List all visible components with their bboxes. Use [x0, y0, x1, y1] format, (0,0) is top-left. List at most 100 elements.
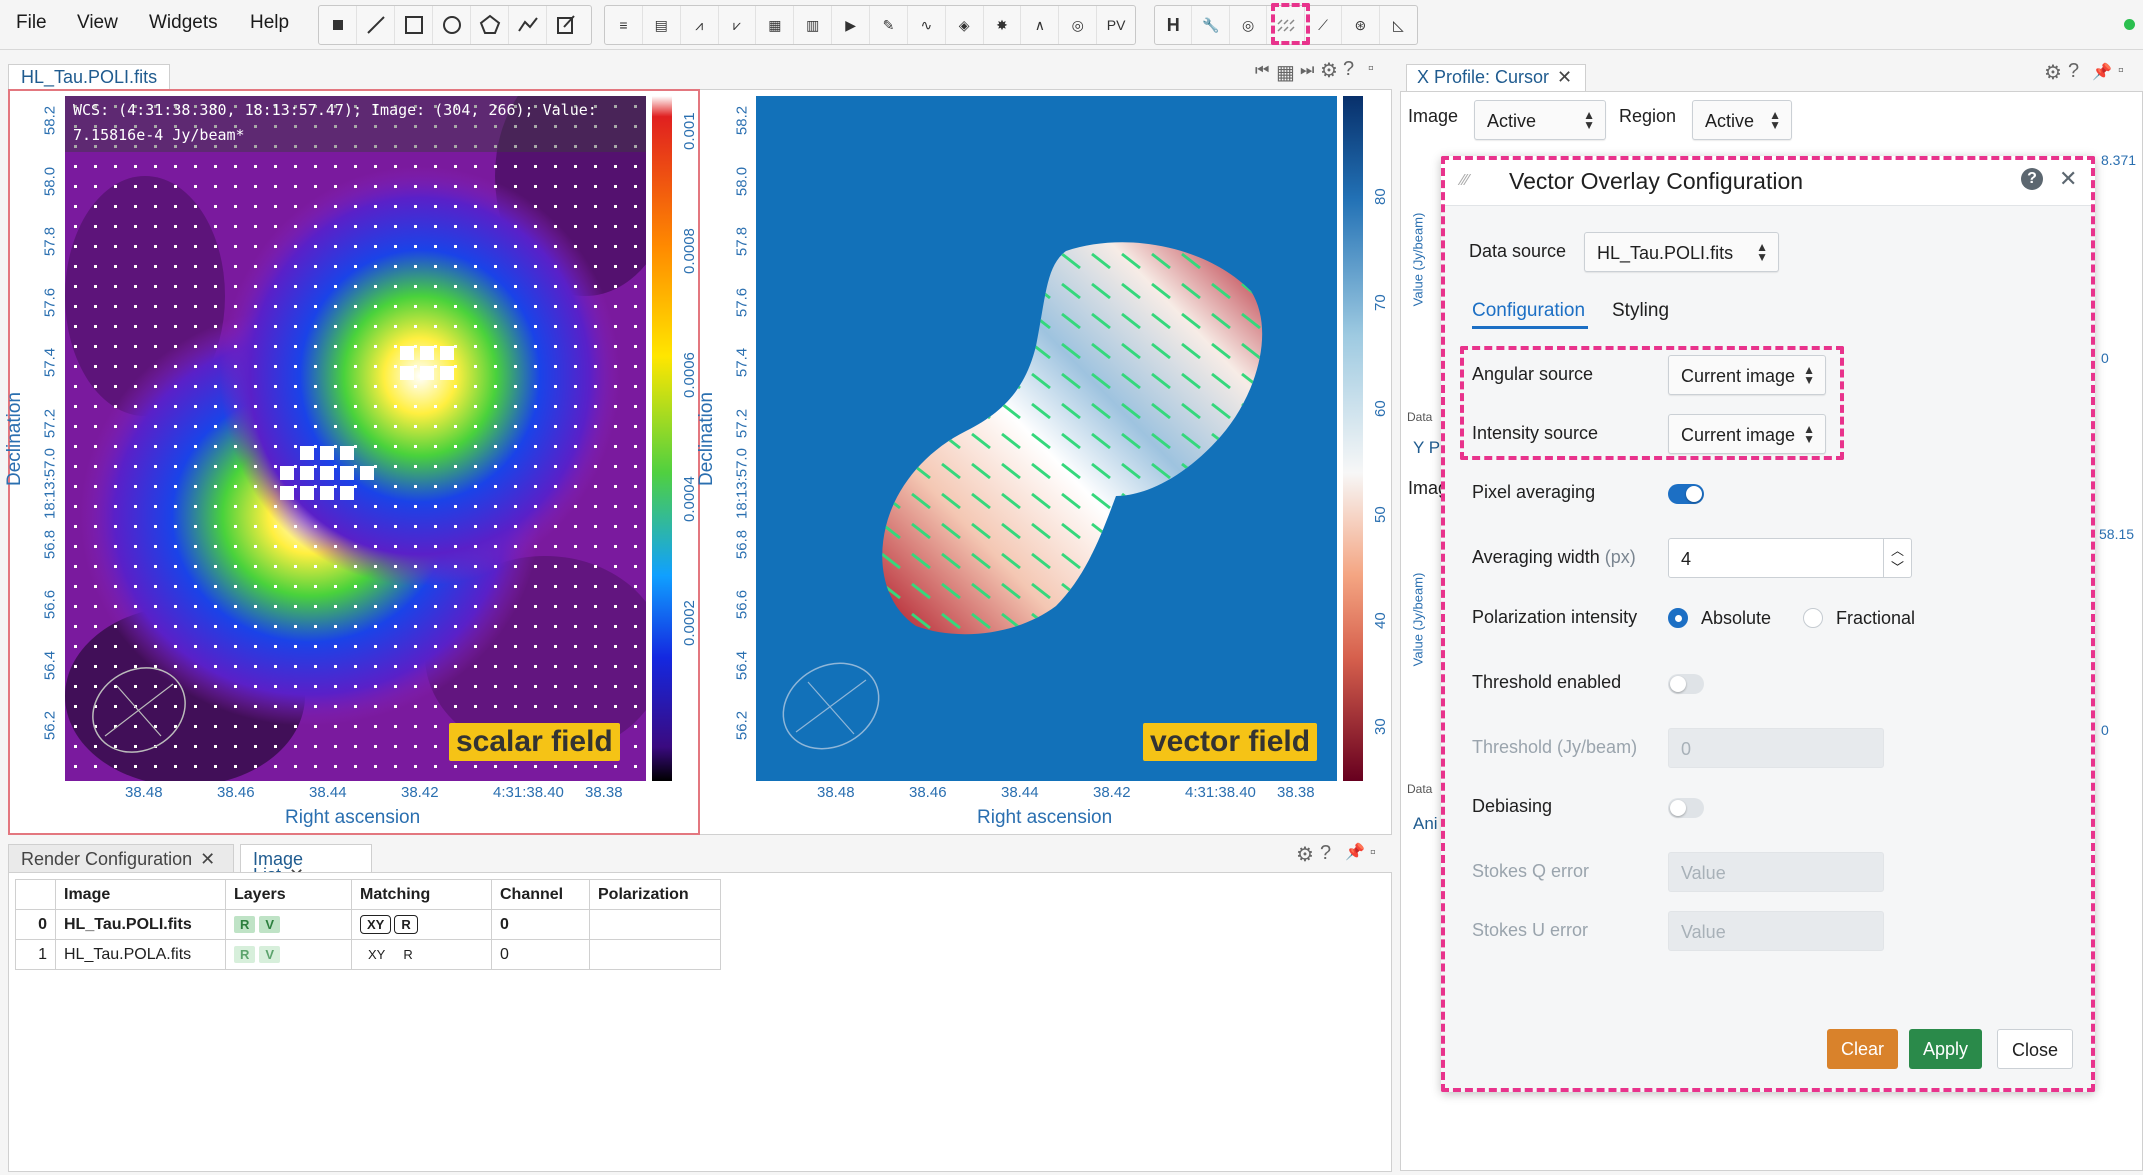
- contour-icon[interactable]: ◎: [1230, 6, 1268, 44]
- stokes-u-error-input[interactable]: Value: [1668, 911, 1884, 951]
- fractional-radio[interactable]: [1803, 608, 1823, 628]
- vector-layer-badge[interactable]: V: [259, 945, 281, 963]
- image-info-icon[interactable]: ▤: [643, 6, 681, 44]
- help-icon[interactable]: ?: [2021, 168, 2043, 190]
- clear-button[interactable]: Clear: [1827, 1029, 1899, 1069]
- table-row[interactable]: 1 HL_Tau.POLA.fits RV XY R 0: [15, 939, 721, 970]
- tab-image-list[interactable]: Image List✕: [240, 844, 372, 884]
- vector-field-image[interactable]: [756, 96, 1337, 781]
- apply-button[interactable]: Apply: [1909, 1029, 1983, 1069]
- absolute-radio[interactable]: [1668, 608, 1688, 628]
- close-icon[interactable]: ✕: [2059, 166, 2077, 192]
- chevron-down-icon[interactable]: ﹀: [1891, 557, 1904, 576]
- tab-configuration[interactable]: Configuration: [1472, 300, 1585, 322]
- settings-gear-icon[interactable]: ⚙: [1320, 58, 1338, 83]
- dialog-header[interactable]: ⁄⁄⁄ Vector Overlay Configuration ? ✕: [1441, 156, 2095, 206]
- spatial-profile-icon[interactable]: ⩘: [681, 6, 719, 44]
- raster-layer-badge[interactable]: R: [234, 945, 256, 963]
- help-icon[interactable]: ?: [1343, 58, 1354, 81]
- header-info-icon[interactable]: ≡: [605, 6, 643, 44]
- maximize-icon[interactable]: ▫: [2118, 62, 2124, 80]
- catalog-icon[interactable]: ✸: [984, 6, 1022, 44]
- pv-generator-icon[interactable]: PV: [1097, 6, 1135, 44]
- table-row[interactable]: 0 HL_Tau.POLI.fits RV XY R 0: [15, 909, 721, 940]
- ellipse-region-icon[interactable]: [433, 6, 471, 44]
- pin-icon[interactable]: 📌: [1345, 842, 1365, 862]
- match-xy-button[interactable]: XY: [360, 915, 392, 934]
- animator-icon[interactable]: ▶: [832, 6, 871, 44]
- pixel-averaging-toggle[interactable]: [1668, 484, 1704, 504]
- wrench-icon[interactable]: 🔧: [1192, 6, 1230, 44]
- scalar-colorbar[interactable]: [652, 96, 672, 781]
- polygon-region-icon[interactable]: [471, 6, 509, 44]
- vector-overlay-dialog: ⁄⁄⁄ Vector Overlay Configuration ? ✕ Dat…: [1441, 156, 2095, 1092]
- tab-render-configuration[interactable]: Render Configuration ✕: [8, 844, 234, 872]
- threshold-enabled-toggle[interactable]: [1668, 674, 1704, 694]
- image-fitting-icon[interactable]: ⟋: [1305, 6, 1343, 44]
- data-source-select[interactable]: HL_Tau.POLI.fits ▲ ▼: [1584, 232, 1779, 272]
- distance-measure-icon[interactable]: ◺: [1380, 6, 1417, 44]
- help-icon[interactable]: ?: [2068, 60, 2079, 83]
- match-r-button[interactable]: R: [403, 947, 412, 962]
- help-icon[interactable]: ?: [1320, 842, 1331, 865]
- rectangle-region-icon[interactable]: [395, 6, 433, 44]
- absolute-radio-label[interactable]: Absolute: [1701, 608, 1771, 629]
- profile-region-select[interactable]: Active ▲ ▼: [1692, 100, 1792, 140]
- row-image-name[interactable]: HL_Tau.POLA.fits: [55, 939, 226, 970]
- raster-layer-badge[interactable]: R: [234, 915, 256, 933]
- averaging-width-stepper[interactable]: ︿ ﹀: [1883, 539, 1911, 577]
- profile-image-select[interactable]: Active ▲ ▼: [1474, 100, 1606, 140]
- settings-gear-icon[interactable]: ⚙: [1296, 842, 1314, 867]
- menu-file[interactable]: File: [16, 12, 47, 34]
- vector-overlay-icon[interactable]: [1267, 6, 1305, 44]
- point-region-icon[interactable]: [319, 6, 357, 44]
- intensity-source-select[interactable]: Current image ▲ ▼: [1668, 414, 1826, 454]
- edit-region-icon[interactable]: [547, 6, 585, 44]
- tab-x-profile[interactable]: X Profile: Cursor ✕: [1406, 64, 1586, 92]
- maximize-icon[interactable]: ▫: [1368, 60, 1374, 78]
- tab-animator[interactable]: Ani: [1413, 814, 1438, 834]
- layer-list-icon[interactable]: ◈: [946, 6, 984, 44]
- vector-layer-badge[interactable]: V: [259, 915, 281, 933]
- tab-y-profile[interactable]: Y P: [1413, 438, 1440, 458]
- menu-view[interactable]: View: [77, 12, 118, 34]
- averaging-width-input[interactable]: 4: [1668, 538, 1912, 578]
- spectral-profile-icon[interactable]: ⩗: [719, 6, 757, 44]
- image-view-tab-label[interactable]: HL_Tau.POLI.fits: [8, 64, 171, 90]
- moments-icon[interactable]: ⊛: [1342, 6, 1380, 44]
- angular-source-select[interactable]: Current image ▲ ▼: [1668, 355, 1826, 395]
- settings-gear-icon[interactable]: ⚙: [2044, 60, 2062, 85]
- histogram-icon[interactable]: ▥: [794, 6, 833, 44]
- hips-icon[interactable]: H: [1155, 6, 1193, 44]
- grid-layout-icon[interactable]: ▦: [1276, 60, 1295, 85]
- spectral-line-icon[interactable]: ∧: [1021, 6, 1060, 44]
- first-frame-icon[interactable]: ⏮: [1255, 62, 1269, 80]
- row-image-name[interactable]: HL_Tau.POLI.fits: [55, 909, 226, 940]
- vector-colorbar[interactable]: [1343, 96, 1363, 781]
- stokes-q-error-input[interactable]: Value: [1668, 852, 1884, 892]
- line-region-icon[interactable]: [357, 6, 395, 44]
- match-r-button[interactable]: R: [394, 915, 418, 934]
- match-xy-button[interactable]: XY: [368, 947, 385, 962]
- fractional-radio-label[interactable]: Fractional: [1836, 608, 1915, 629]
- maximize-icon[interactable]: ▫: [1370, 844, 1376, 862]
- statistics-icon[interactable]: ▦: [756, 6, 795, 44]
- threshold-input[interactable]: 0: [1668, 728, 1884, 768]
- polyline-region-icon[interactable]: [509, 6, 547, 44]
- render-config-icon[interactable]: ✎: [870, 6, 908, 44]
- polarization-intensity-label: Polarization intensity: [1472, 607, 1638, 627]
- pin-icon[interactable]: 📌: [2092, 62, 2112, 82]
- scalar-field-image[interactable]: [65, 96, 646, 781]
- toggle-knob: [1670, 676, 1686, 692]
- tab-styling[interactable]: Styling: [1612, 300, 1669, 322]
- menu-widgets[interactable]: Widgets: [149, 12, 218, 34]
- last-frame-icon[interactable]: ⏭: [1300, 62, 1314, 80]
- close-icon[interactable]: ✕: [1557, 67, 1572, 87]
- fitting-icon[interactable]: ◎: [1059, 6, 1098, 44]
- image-view-tab[interactable]: HL_Tau.POLI.fits: [8, 64, 193, 90]
- debiasing-toggle[interactable]: [1668, 798, 1704, 818]
- close-icon[interactable]: ✕: [200, 849, 215, 869]
- menu-help[interactable]: Help: [250, 12, 289, 34]
- close-button[interactable]: Close: [1997, 1029, 2074, 1069]
- stokes-analysis-icon[interactable]: ∿: [908, 6, 946, 44]
